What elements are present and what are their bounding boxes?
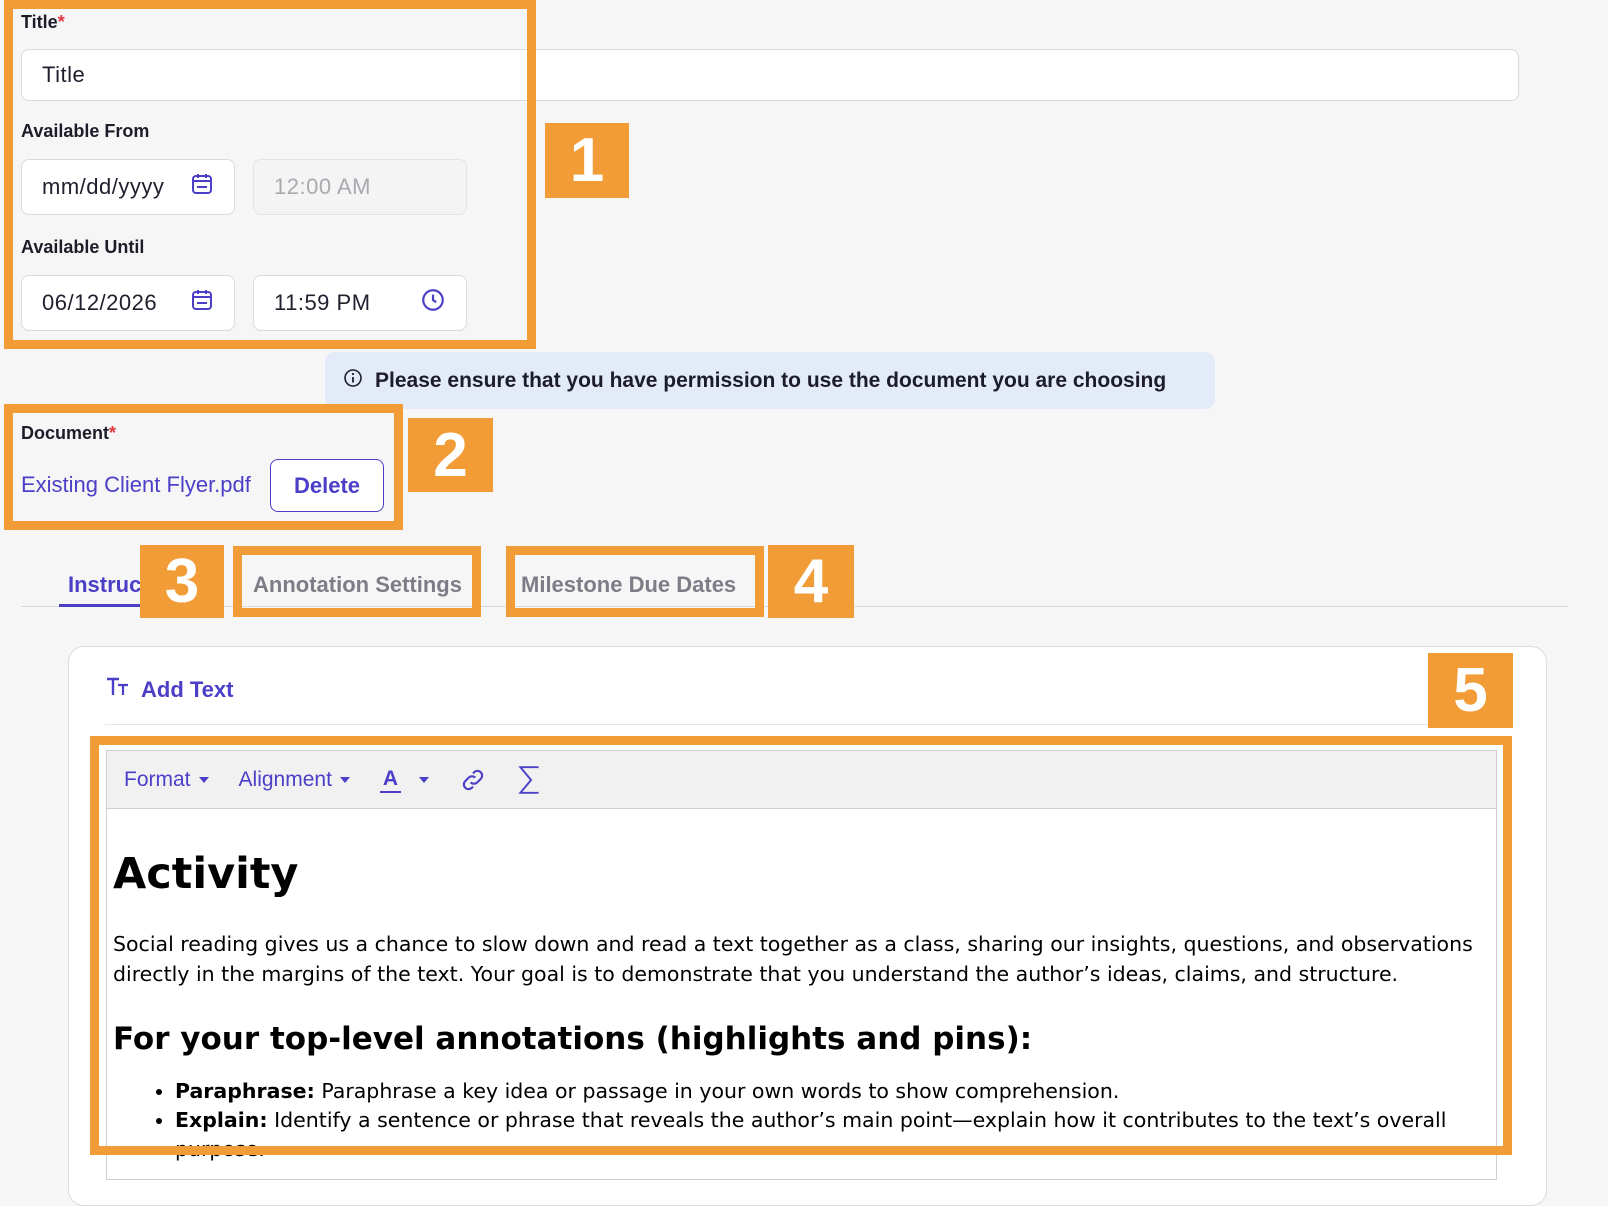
info-icon bbox=[343, 368, 363, 393]
editor-divider bbox=[105, 724, 1509, 725]
highlight-box-3 bbox=[233, 546, 481, 617]
marker-1: 1 bbox=[545, 123, 629, 198]
marker-5: 5 bbox=[1428, 653, 1513, 728]
text-type-icon bbox=[105, 675, 131, 704]
tab-instructions[interactable]: Instruc bbox=[68, 572, 141, 598]
add-text-label: Add Text bbox=[141, 676, 234, 702]
permission-notice-text: Please ensure that you have permission t… bbox=[375, 368, 1167, 392]
highlight-box-1 bbox=[4, 0, 536, 349]
marker-2: 2 bbox=[408, 418, 493, 492]
highlight-box-2 bbox=[4, 404, 403, 530]
add-text-button[interactable]: Add Text bbox=[105, 675, 233, 704]
marker-4: 4 bbox=[768, 545, 854, 618]
permission-notice: Please ensure that you have permission t… bbox=[325, 352, 1215, 409]
tab-active-indicator bbox=[59, 604, 151, 607]
highlight-box-5 bbox=[90, 736, 1512, 1155]
marker-3: 3 bbox=[140, 545, 224, 618]
highlight-box-4 bbox=[506, 546, 764, 617]
